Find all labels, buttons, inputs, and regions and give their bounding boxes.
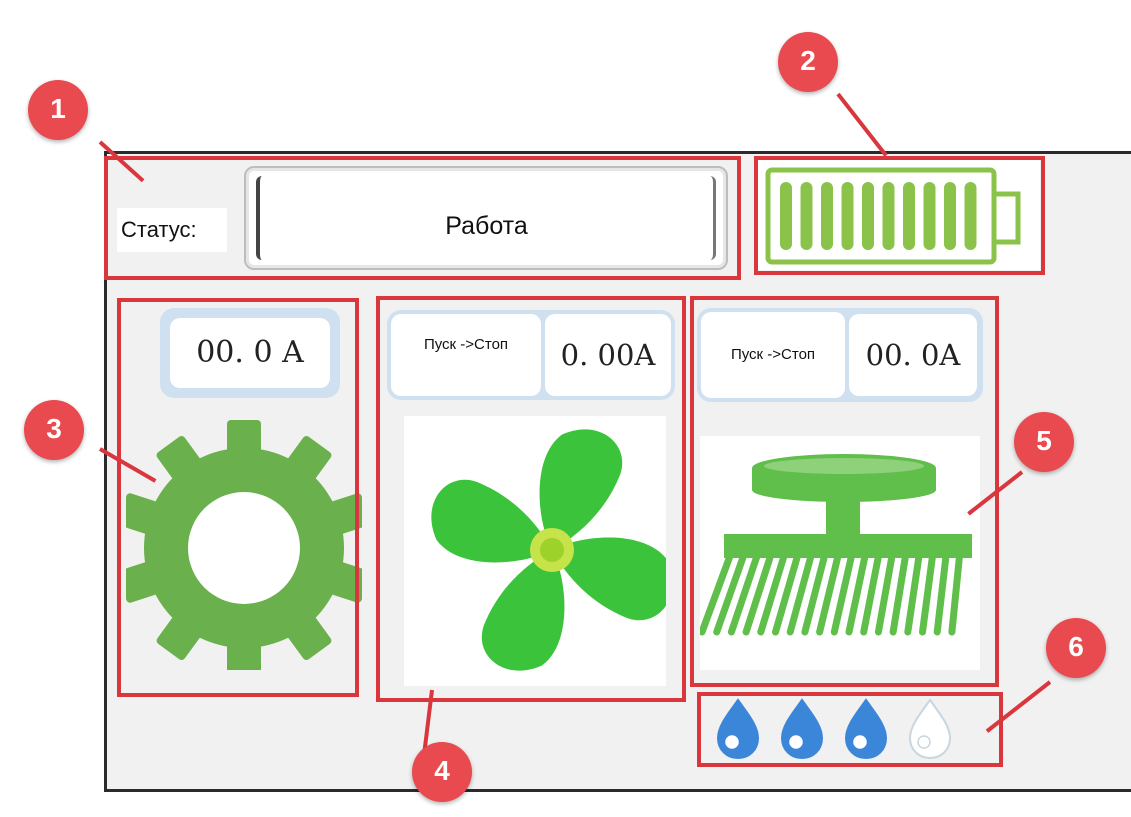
highlight-box-gear[interactable] (117, 298, 359, 697)
highlight-box-brush[interactable] (690, 296, 999, 687)
highlight-box-water (697, 692, 1003, 767)
callout-2: 2 (778, 32, 838, 92)
highlight-box-fan[interactable] (376, 296, 686, 702)
callout-3: 3 (24, 400, 84, 460)
highlight-box-status (104, 156, 741, 280)
callout-2-leader (836, 92, 888, 157)
callout-4: 4 (412, 742, 472, 802)
callout-1: 1 (28, 80, 88, 140)
callout-6: 6 (1046, 618, 1106, 678)
callout-5: 5 (1014, 412, 1074, 472)
highlight-box-battery (754, 156, 1045, 275)
